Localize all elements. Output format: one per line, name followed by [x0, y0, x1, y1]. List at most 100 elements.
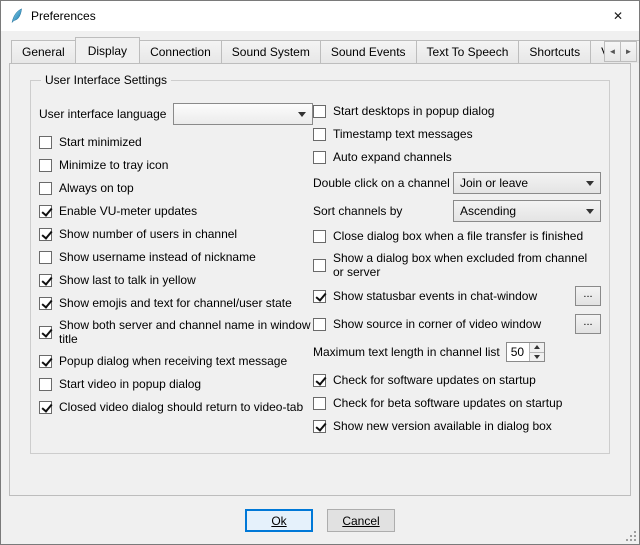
left-column: User interface language Start minimized …	[39, 103, 313, 441]
checkbox-label: Closed video dialog should return to vid…	[59, 400, 303, 414]
chevron-down-icon	[586, 181, 594, 186]
video-source-config-button[interactable]: ...	[575, 314, 601, 334]
checkbox-indicator	[313, 290, 326, 303]
checkbox-indicator	[313, 374, 326, 387]
checkbox-label: Show new version available in dialog box	[333, 419, 552, 433]
double-click-select[interactable]: Join or leave	[453, 172, 601, 194]
checkbox-start-minimized[interactable]: Start minimized	[39, 134, 313, 150]
sort-channels-value: Ascending	[460, 204, 580, 218]
tab-bar: General Display Connection Sound System …	[1, 31, 639, 63]
checkbox-indicator	[39, 297, 52, 310]
checkbox-close-on-transfer-finish[interactable]: Close dialog box when a file transfer is…	[313, 228, 601, 244]
group-title: User Interface Settings	[41, 73, 171, 87]
checkbox-indicator	[313, 105, 326, 118]
right-column: Start desktops in popup dialog Timestamp…	[313, 103, 601, 441]
cancel-button[interactable]: Cancel	[327, 509, 395, 532]
checkbox-indicator	[313, 230, 326, 243]
checkbox-check-updates[interactable]: Check for software updates on startup	[313, 372, 601, 388]
checkbox-show-user-count[interactable]: Show number of users in channel	[39, 226, 313, 242]
window-title: Preferences	[31, 9, 96, 23]
sort-channels-select[interactable]: Ascending	[453, 200, 601, 222]
tab-general[interactable]: General	[11, 40, 76, 63]
close-icon: ✕	[613, 9, 623, 23]
tab-scroll-left-button[interactable]: ◄	[604, 41, 621, 62]
checkbox-label: Start minimized	[59, 135, 142, 149]
app-logo-icon	[9, 8, 25, 24]
tab-scroll-right-button[interactable]: ►	[620, 41, 637, 62]
checkbox-label: Timestamp text messages	[333, 127, 473, 141]
checkbox-always-on-top[interactable]: Always on top	[39, 180, 313, 196]
spin-down-button[interactable]	[530, 352, 544, 362]
checkbox-timestamp-messages[interactable]: Timestamp text messages	[313, 126, 601, 142]
max-text-length-label: Maximum text length in channel list	[313, 345, 500, 359]
language-select[interactable]	[173, 103, 313, 125]
checkbox-last-to-talk-yellow[interactable]: Show last to talk in yellow	[39, 272, 313, 288]
checkbox-popup-on-text-message[interactable]: Popup dialog when receiving text message	[39, 353, 313, 369]
checkbox-label: Always on top	[59, 181, 134, 195]
close-button[interactable]: ✕	[597, 1, 639, 31]
tab-shortcuts[interactable]: Shortcuts	[518, 40, 591, 63]
tab-connection[interactable]: Connection	[139, 40, 222, 63]
spin-up-button[interactable]	[530, 343, 544, 352]
tab-text-to-speech[interactable]: Text To Speech	[416, 40, 520, 63]
group-user-interface-settings: User Interface Settings User interface l…	[30, 80, 610, 454]
checkbox-minimize-to-tray[interactable]: Minimize to tray icon	[39, 157, 313, 173]
checkbox-dialog-when-excluded[interactable]: Show a dialog box when excluded from cha…	[313, 251, 601, 279]
checkbox-indicator	[39, 205, 52, 218]
checkbox-indicator	[313, 397, 326, 410]
checkbox-indicator	[39, 378, 52, 391]
tab-content: User Interface Settings User interface l…	[9, 63, 631, 496]
chevron-down-icon	[298, 112, 306, 117]
checkbox-label: Show source in corner of video window	[333, 317, 541, 331]
checkbox-indicator	[39, 159, 52, 172]
checkbox-label: Show number of users in channel	[59, 227, 237, 241]
statusbar-events-config-button[interactable]: ...	[575, 286, 601, 306]
checkbox-indicator	[39, 251, 52, 264]
arrow-right-icon: ►	[625, 47, 633, 56]
tab-sound-system[interactable]: Sound System	[221, 40, 321, 63]
checkbox-server-channel-in-title[interactable]: Show both server and channel name in win…	[39, 318, 313, 346]
checkbox-check-beta-updates[interactable]: Check for beta software updates on start…	[313, 395, 601, 411]
max-text-length-value: 50	[507, 343, 529, 361]
dialog-button-row: Ok Cancel	[1, 496, 639, 544]
checkbox-indicator	[313, 151, 326, 164]
preferences-dialog: Preferences ✕ General Display Connection…	[0, 0, 640, 545]
checkbox-label: Enable VU-meter updates	[59, 204, 197, 218]
checkbox-video-source-corner[interactable]: Show source in corner of video window ..…	[313, 314, 601, 334]
resize-grip[interactable]	[624, 529, 637, 542]
arrow-up-icon	[534, 345, 540, 349]
checkbox-video-popup-dialog[interactable]: Start video in popup dialog	[39, 376, 313, 392]
ok-button[interactable]: Ok	[245, 509, 313, 532]
checkbox-indicator	[39, 326, 52, 339]
checkbox-emojis-and-text[interactable]: Show emojis and text for channel/user st…	[39, 295, 313, 311]
checkbox-indicator	[313, 128, 326, 141]
checkbox-closed-video-return[interactable]: Closed video dialog should return to vid…	[39, 399, 313, 415]
checkbox-label: Close dialog box when a file transfer is…	[333, 229, 583, 243]
checkbox-label: Check for software updates on startup	[333, 373, 536, 387]
title-bar[interactable]: Preferences ✕	[1, 1, 639, 31]
language-label: User interface language	[39, 107, 173, 121]
checkbox-label: Show statusbar events in chat-window	[333, 289, 537, 303]
checkbox-label: Show username instead of nickname	[59, 250, 256, 264]
tab-scroll-control: ◄ ►	[604, 41, 637, 62]
checkbox-label: Start desktops in popup dialog	[333, 104, 494, 118]
checkbox-vu-meter-updates[interactable]: Enable VU-meter updates	[39, 203, 313, 219]
tab-sound-events[interactable]: Sound Events	[320, 40, 417, 63]
max-text-length-spinner[interactable]: 50	[506, 342, 545, 362]
checkbox-auto-expand-channels[interactable]: Auto expand channels	[313, 149, 601, 165]
checkbox-indicator	[313, 318, 326, 331]
checkbox-label: Show both server and channel name in win…	[59, 318, 313, 346]
checkbox-label: Start video in popup dialog	[59, 377, 201, 391]
checkbox-desktops-popup[interactable]: Start desktops in popup dialog	[313, 103, 601, 119]
checkbox-indicator	[39, 401, 52, 414]
arrow-left-icon: ◄	[609, 47, 617, 56]
checkbox-statusbar-events[interactable]: Show statusbar events in chat-window ...	[313, 286, 601, 306]
checkbox-indicator	[39, 228, 52, 241]
arrow-down-icon	[534, 355, 540, 359]
checkbox-label: Show a dialog box when excluded from cha…	[333, 251, 601, 279]
checkbox-username-instead-nickname[interactable]: Show username instead of nickname	[39, 249, 313, 265]
checkbox-show-new-version-dialog[interactable]: Show new version available in dialog box	[313, 418, 601, 434]
tab-display[interactable]: Display	[75, 37, 140, 63]
checkbox-label: Show emojis and text for channel/user st…	[59, 296, 292, 310]
checkbox-label: Check for beta software updates on start…	[333, 396, 562, 410]
